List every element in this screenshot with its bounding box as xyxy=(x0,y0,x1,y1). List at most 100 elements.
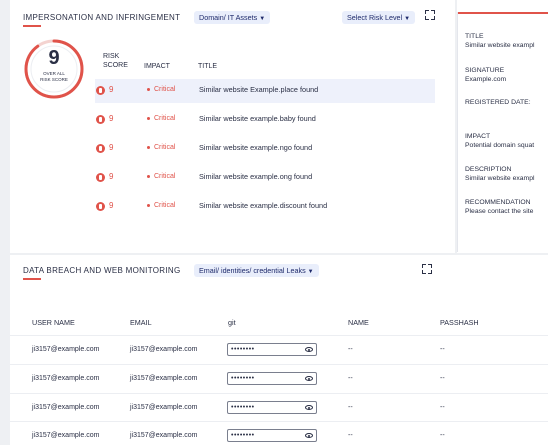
row-title: Similar website Example.place found xyxy=(199,85,319,94)
detail-description-label: DESCRIPTION xyxy=(465,166,512,173)
row-risk-score: 9 xyxy=(109,143,114,152)
detail-signature-value: Example.com xyxy=(465,76,507,83)
detail-panel-accent xyxy=(457,12,548,14)
detail-panel: TITLE Similar website exampl SIGNATURE E… xyxy=(457,0,548,253)
row-risk-score: 9 xyxy=(109,201,114,210)
impact-dot-icon xyxy=(147,88,150,91)
row-impact: Critical xyxy=(154,173,176,180)
row-risk-score: 9 xyxy=(109,85,114,94)
password-field[interactable]: •••••••• xyxy=(227,372,317,385)
detail-signature-label: SIGNATURE xyxy=(465,67,505,74)
eye-icon[interactable] xyxy=(305,347,313,352)
impact-header: IMPACT xyxy=(144,63,170,70)
impact-dot-icon xyxy=(147,175,150,178)
detail-title-value: Similar website exampl xyxy=(465,42,535,49)
eye-icon[interactable] xyxy=(305,376,313,381)
password-field[interactable]: •••••••• xyxy=(227,343,317,356)
row-name: -- xyxy=(348,346,353,353)
row-impact: Critical xyxy=(154,144,176,151)
row-impact: Critical xyxy=(154,86,176,93)
row-title: Similar website example.ong found xyxy=(199,172,313,181)
impersonation-panel: IMPERSONATION AND INFRINGEMENT Domain/ I… xyxy=(10,0,455,253)
alert-icon xyxy=(96,115,105,124)
data-breach-section-title: DATA BREACH AND WEB MONITORING xyxy=(23,266,181,275)
row-risk-score: 9 xyxy=(109,172,114,181)
risk-row[interactable]: 9 Critical Similar website example.baby fo… xyxy=(95,108,435,132)
domain-filter-dropdown[interactable]: Domain/ IT Assets ▼ xyxy=(194,11,271,24)
row-user-name: ji3157@example.com xyxy=(32,375,100,382)
git-header: git xyxy=(228,318,236,327)
title-header: TITLE xyxy=(198,63,218,70)
row-impact: Critical xyxy=(154,115,176,122)
row-name: -- xyxy=(348,404,353,411)
passhash-header: PASSHASH xyxy=(440,318,479,327)
detail-registered-label: REGISTERED DATE: xyxy=(465,99,531,106)
chevron-down-icon: ▼ xyxy=(259,16,266,22)
row-passhash: -- xyxy=(440,346,445,353)
row-user-name: ji3157@example.com xyxy=(32,346,100,353)
name-header: NAME xyxy=(348,318,369,327)
row-passhash: -- xyxy=(440,432,445,439)
breach-row: ji3157@example.com ji3157@example.com ••••… xyxy=(10,393,548,422)
detail-recommendation-value: Please contact the site xyxy=(465,208,534,215)
email-header: EMAIL xyxy=(130,318,152,327)
row-user-name: ji3157@example.com xyxy=(32,404,100,411)
expand-icon[interactable] xyxy=(422,264,432,274)
password-field[interactable]: •••••••• xyxy=(227,429,317,442)
detail-impact-value: Potential domain squat xyxy=(465,142,535,149)
row-email: ji3157@example.com xyxy=(130,375,198,382)
row-email: ji3157@example.com xyxy=(130,404,198,411)
detail-title-label: TITLE xyxy=(465,33,484,40)
impact-dot-icon xyxy=(147,117,150,120)
risk-row[interactable]: 9 Critical Similar website example.discoun… xyxy=(95,195,435,219)
credential-filter-label: Email/ identities/ credential Leaks xyxy=(199,266,306,275)
section-title-underline xyxy=(23,278,41,280)
row-title: Similar website example.discount found xyxy=(199,201,328,210)
credential-filter-dropdown[interactable]: Email/ identities/ credential Leaks ▼ xyxy=(194,264,319,277)
row-email: ji3157@example.com xyxy=(130,432,198,439)
breach-row: ji3157@example.com ji3157@example.com ••••… xyxy=(10,335,548,364)
row-name: -- xyxy=(348,432,353,439)
breach-row: ji3157@example.com ji3157@example.com ••••… xyxy=(10,364,548,393)
chevron-down-icon: ▼ xyxy=(404,16,411,22)
row-title: Similar website example.baby found xyxy=(199,114,316,123)
row-title: Similar website example.ngo found xyxy=(199,143,313,152)
row-passhash: -- xyxy=(440,375,445,382)
password-value: •••••••• xyxy=(231,432,255,439)
expand-icon[interactable] xyxy=(425,10,435,20)
user-name-header: USER NAME xyxy=(32,318,75,327)
chevron-down-icon: ▼ xyxy=(307,269,314,275)
impersonation-section-title: IMPERSONATION AND INFRINGEMENT xyxy=(23,13,181,22)
row-user-name: ji3157@example.com xyxy=(32,432,100,439)
row-email: ji3157@example.com xyxy=(130,346,198,353)
eye-icon[interactable] xyxy=(305,405,313,410)
detail-description-value: Similar website exampl xyxy=(465,175,535,182)
risk-score-header: RISK SCORE xyxy=(103,53,128,69)
data-breach-panel: DATA BREACH AND WEB MONITORING Email/ id… xyxy=(10,255,548,445)
detail-impact-label: IMPACT xyxy=(465,133,491,140)
impact-dot-icon xyxy=(147,204,150,207)
row-passhash: -- xyxy=(440,404,445,411)
password-value: •••••••• xyxy=(231,375,255,382)
risk-level-label: Select Risk Level xyxy=(347,13,403,22)
password-field[interactable]: •••••••• xyxy=(227,401,317,414)
eye-icon[interactable] xyxy=(305,433,313,438)
breach-row: ji3157@example.com ji3157@example.com ••••… xyxy=(10,421,548,445)
risk-row[interactable]: 9 Critical Similar website example.ngo fou… xyxy=(95,137,435,161)
risk-row[interactable]: 9 Critical Similar website Example.place f… xyxy=(95,79,435,103)
overall-risk-score: 9 xyxy=(48,47,60,69)
impact-dot-icon xyxy=(147,146,150,149)
risk-level-dropdown[interactable]: Select Risk Level ▼ xyxy=(342,11,416,24)
detail-divider xyxy=(457,12,458,252)
alert-icon xyxy=(96,173,105,182)
row-risk-score: 9 xyxy=(109,114,114,123)
alert-icon xyxy=(96,86,105,95)
password-value: •••••••• xyxy=(231,346,255,353)
alert-icon xyxy=(96,144,105,153)
section-title-underline xyxy=(23,25,41,27)
risk-row[interactable]: 9 Critical Similar website example.ong fou… xyxy=(95,166,435,190)
alert-icon xyxy=(96,202,105,211)
row-impact: Critical xyxy=(154,202,176,209)
overall-risk-caption: OVER ALL RISK SCORE xyxy=(40,71,68,82)
password-value: •••••••• xyxy=(231,404,255,411)
